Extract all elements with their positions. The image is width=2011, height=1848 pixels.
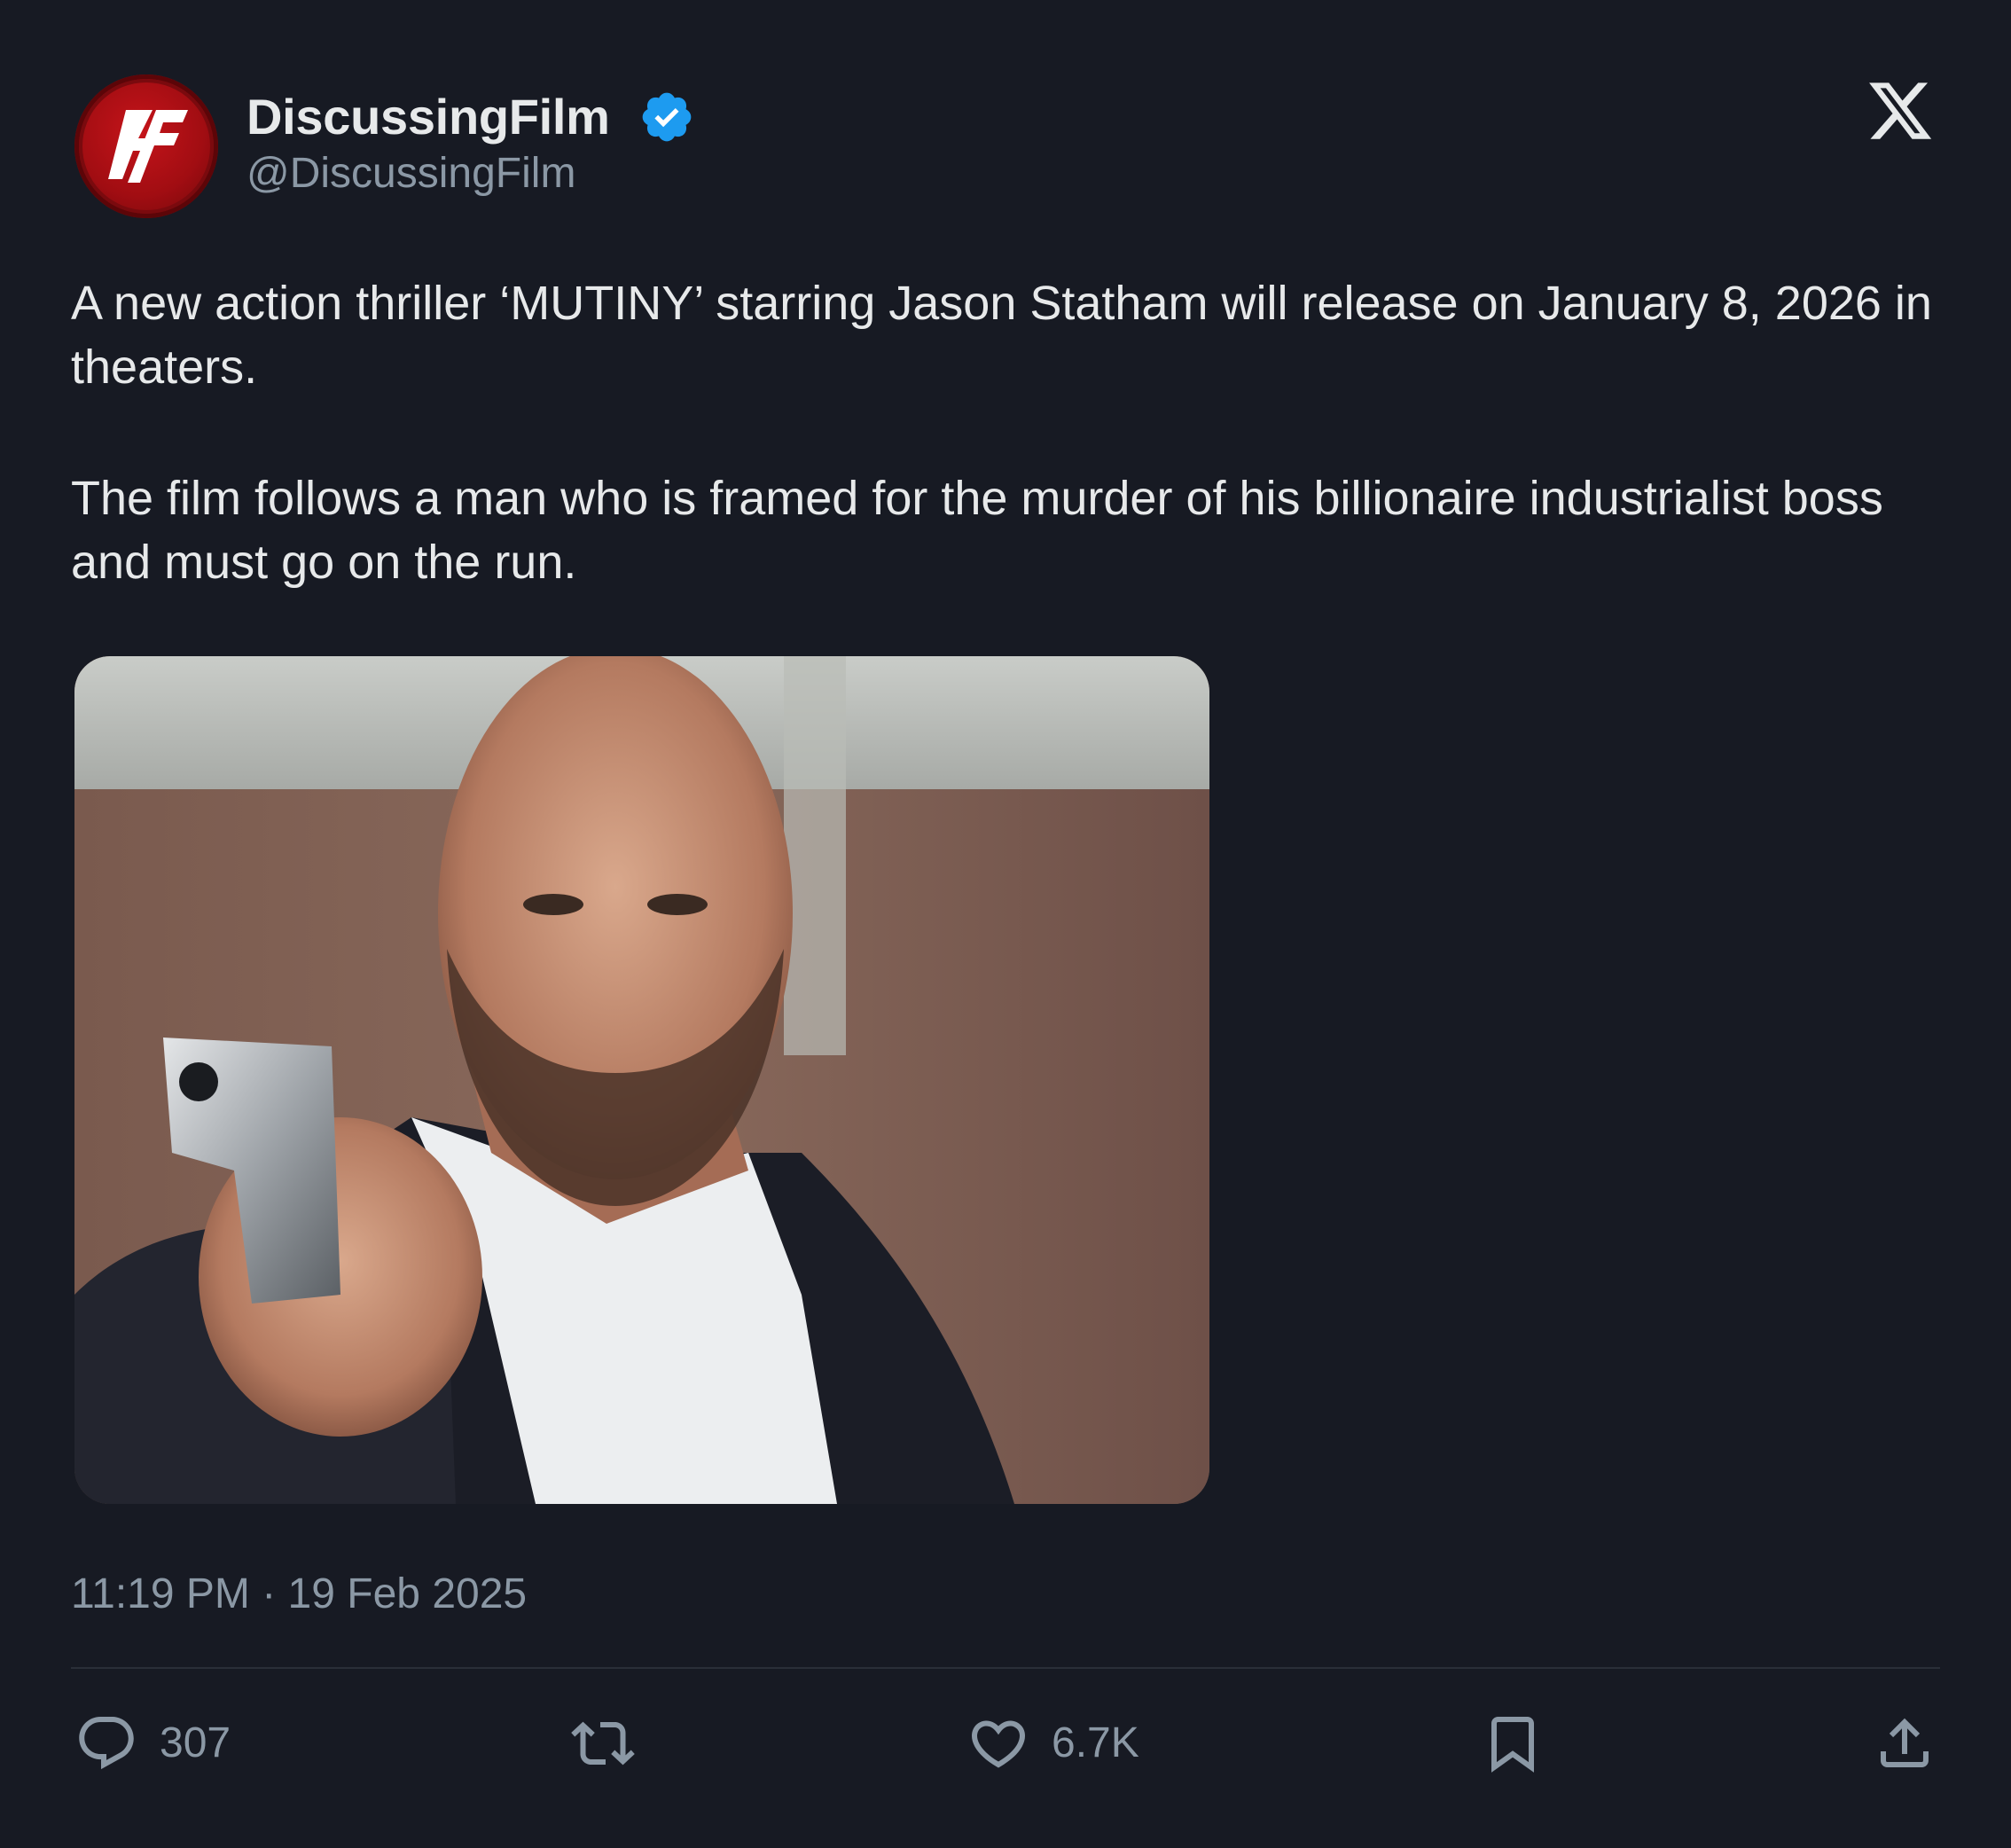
tweet-paragraph: A new action thriller ‘MUTINY’ starring … (71, 277, 1932, 394)
tweet-paragraph: The film follows a man who is framed for… (71, 472, 1883, 589)
retweet-icon (571, 1711, 635, 1775)
avatar[interactable] (74, 74, 218, 218)
x-logo-icon[interactable] (1866, 76, 1935, 145)
divider (71, 1667, 1940, 1669)
author-display-name[interactable]: DiscussingFilm (246, 89, 610, 145)
share-button[interactable] (1873, 1711, 1937, 1775)
heart-icon (966, 1711, 1030, 1775)
discussingfilm-logo-icon (79, 79, 214, 214)
retweet-button[interactable] (571, 1711, 635, 1775)
reply-count: 307 (160, 1719, 231, 1766)
tweet-timestamp[interactable]: 11:19 PM · 19 Feb 2025 (71, 1570, 527, 1619)
tweet-text: A new action thriller ‘MUTINY’ starring … (71, 271, 1960, 594)
author-handle[interactable]: @DiscussingFilm (246, 149, 575, 199)
bookmark-icon (1481, 1711, 1545, 1775)
like-count: 6.7K (1052, 1719, 1139, 1766)
like-button[interactable]: 6.7K (966, 1711, 1139, 1775)
share-icon (1873, 1711, 1937, 1775)
tweet-photo[interactable] (74, 656, 1209, 1504)
verified-badge-icon (638, 89, 695, 145)
bookmark-button[interactable] (1481, 1711, 1545, 1775)
reply-button[interactable]: 307 (74, 1711, 231, 1775)
reply-icon (74, 1711, 138, 1775)
